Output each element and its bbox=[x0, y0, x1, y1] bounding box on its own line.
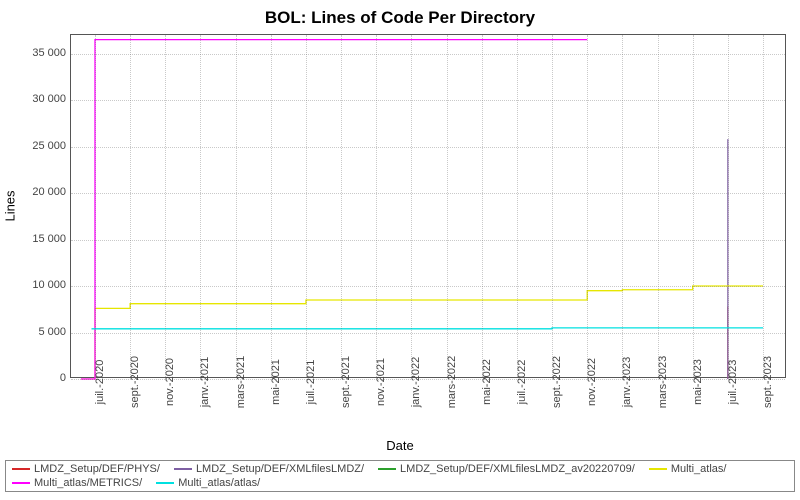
legend-label: Multi_atlas/ bbox=[671, 463, 727, 475]
gridline-v bbox=[763, 35, 764, 377]
series-line bbox=[91, 328, 763, 329]
gridline-v bbox=[693, 35, 694, 377]
y-tick-label: 15 000 bbox=[32, 233, 66, 245]
gridline-v bbox=[658, 35, 659, 377]
legend-swatch bbox=[378, 468, 396, 470]
y-tick-label: 0 bbox=[60, 372, 66, 384]
gridline-v bbox=[130, 35, 131, 377]
gridline-h bbox=[71, 286, 785, 287]
legend-swatch bbox=[156, 482, 174, 484]
x-tick-label: janv.-2023 bbox=[621, 357, 633, 408]
y-tick-label: 5 000 bbox=[38, 326, 66, 338]
x-tick-label: nov.-2021 bbox=[375, 358, 387, 406]
legend-item: LMDZ_Setup/DEF/XMLfilesLMDZ_av20220709/ bbox=[378, 463, 635, 475]
x-tick-label: juil.-2021 bbox=[305, 360, 317, 405]
legend-item: Multi_atlas/atlas/ bbox=[156, 477, 260, 489]
x-tick-label: sept.-2023 bbox=[762, 356, 774, 408]
y-tick-label: 25 000 bbox=[32, 140, 66, 152]
x-tick-label: sept.-2021 bbox=[340, 356, 352, 408]
x-tick-label: mai-2021 bbox=[270, 359, 282, 405]
legend-swatch bbox=[12, 468, 30, 470]
legend-label: Multi_atlas/METRICS/ bbox=[34, 477, 142, 489]
gridline-v bbox=[411, 35, 412, 377]
x-tick-label: nov.-2020 bbox=[164, 358, 176, 406]
legend-item: LMDZ_Setup/DEF/XMLfilesLMDZ/ bbox=[174, 463, 364, 475]
x-tick-label: juil.-2022 bbox=[516, 360, 528, 405]
x-tick-label: mars-2021 bbox=[235, 356, 247, 409]
x-tick-label: mai-2023 bbox=[692, 359, 704, 405]
gridline-h bbox=[71, 240, 785, 241]
legend-swatch bbox=[12, 482, 30, 484]
legend-item: Multi_atlas/METRICS/ bbox=[12, 477, 142, 489]
x-tick-label: sept.-2022 bbox=[551, 356, 563, 408]
gridline-v bbox=[341, 35, 342, 377]
x-tick-label: janv.-2021 bbox=[199, 357, 211, 408]
legend-label: LMDZ_Setup/DEF/XMLfilesLMDZ/ bbox=[196, 463, 364, 475]
legend-label: LMDZ_Setup/DEF/PHYS/ bbox=[34, 463, 160, 475]
chart-container: BOL: Lines of Code Per Directory Lines D… bbox=[0, 0, 800, 500]
y-tick-label: 20 000 bbox=[32, 186, 66, 198]
gridline-v bbox=[200, 35, 201, 377]
legend-label: LMDZ_Setup/DEF/XMLfilesLMDZ_av20220709/ bbox=[400, 463, 635, 475]
series-line bbox=[81, 40, 587, 379]
legend-swatch bbox=[174, 468, 192, 470]
gridline-h bbox=[71, 100, 785, 101]
gridline-v bbox=[482, 35, 483, 377]
y-tick-label: 30 000 bbox=[32, 93, 66, 105]
legend: LMDZ_Setup/DEF/PHYS/LMDZ_Setup/DEF/XMLfi… bbox=[5, 460, 795, 492]
x-tick-label: nov.-2022 bbox=[586, 358, 598, 406]
gridline-h bbox=[71, 54, 785, 55]
x-tick-label: juil.-2020 bbox=[94, 360, 106, 405]
gridline-v bbox=[236, 35, 237, 377]
x-tick-label: juil.-2023 bbox=[727, 360, 739, 405]
y-tick-label: 35 000 bbox=[32, 47, 66, 59]
gridline-v bbox=[376, 35, 377, 377]
x-axis-label: Date bbox=[0, 438, 800, 453]
gridline-v bbox=[306, 35, 307, 377]
gridline-h bbox=[71, 147, 785, 148]
x-tick-label: sept.-2020 bbox=[129, 356, 141, 408]
plot-area bbox=[70, 34, 786, 378]
gridline-v bbox=[95, 35, 96, 377]
gridline-v bbox=[728, 35, 729, 377]
legend-item: Multi_atlas/ bbox=[649, 463, 727, 475]
x-tick-label: mars-2023 bbox=[657, 356, 669, 409]
gridline-v bbox=[165, 35, 166, 377]
gridline-v bbox=[271, 35, 272, 377]
gridline-h bbox=[71, 333, 785, 334]
x-tick-label: mars-2022 bbox=[446, 356, 458, 409]
legend-swatch bbox=[649, 468, 667, 470]
y-tick-label: 10 000 bbox=[32, 279, 66, 291]
legend-item: LMDZ_Setup/DEF/PHYS/ bbox=[12, 463, 160, 475]
gridline-v bbox=[587, 35, 588, 377]
gridline-v bbox=[552, 35, 553, 377]
legend-label: Multi_atlas/atlas/ bbox=[178, 477, 260, 489]
gridline-v bbox=[517, 35, 518, 377]
chart-svg bbox=[71, 35, 785, 377]
gridline-v bbox=[447, 35, 448, 377]
x-tick-label: mai-2022 bbox=[481, 359, 493, 405]
chart-title: BOL: Lines of Code Per Directory bbox=[0, 0, 800, 32]
gridline-h bbox=[71, 379, 785, 380]
y-axis-label: Lines bbox=[3, 190, 18, 221]
x-tick-label: janv.-2022 bbox=[410, 357, 422, 408]
gridline-h bbox=[71, 193, 785, 194]
gridline-v bbox=[622, 35, 623, 377]
